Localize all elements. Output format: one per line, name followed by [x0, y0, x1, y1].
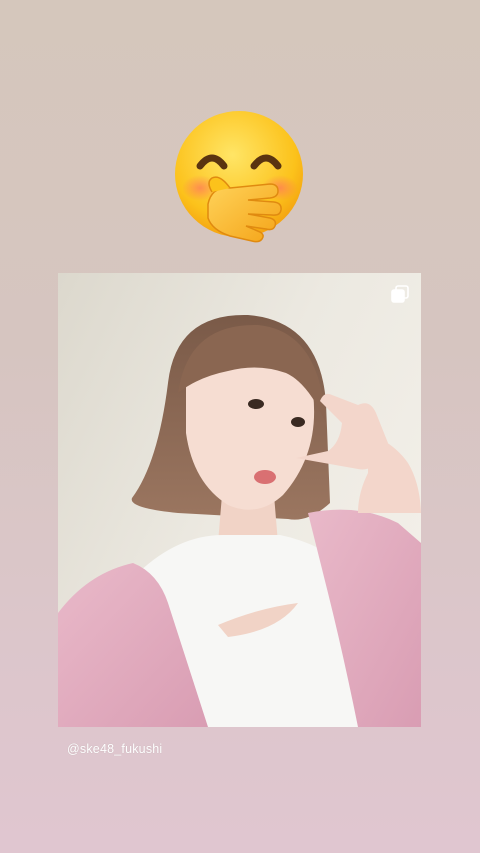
post-username[interactable]: @ske48_fukushi — [67, 742, 162, 756]
shared-post-card[interactable] — [58, 273, 421, 727]
post-photo — [58, 273, 421, 727]
carousel-icon — [391, 285, 409, 303]
hand-over-mouth-emoji-icon[interactable] — [172, 108, 306, 244]
